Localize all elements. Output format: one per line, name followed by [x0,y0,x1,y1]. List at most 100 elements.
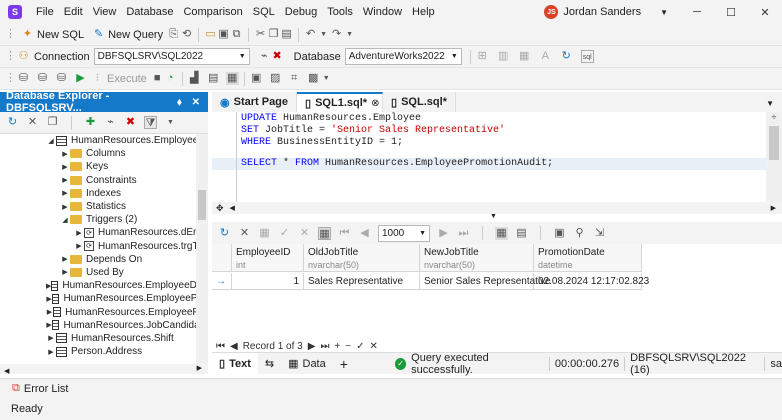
pivot-icon[interactable]: ▣ [553,227,566,240]
refresh-icon[interactable]: ↻ [560,50,573,63]
menu-edit[interactable]: Edit [59,6,88,18]
cancel-icon[interactable]: ✕ [238,227,251,240]
menu-sql[interactable]: SQL [248,6,280,18]
refresh-object-icon[interactable]: ⟲ [180,28,193,41]
tree-item[interactable]: ▶ HumanResources.JobCandidate [0,319,208,332]
delete-record-icon[interactable]: − [345,341,351,352]
next-page-icon[interactable]: ▶ [437,227,450,240]
row-indicator-icon[interactable]: → [212,273,232,290]
minimize-icon[interactable]: ─ [680,6,714,18]
split-icon[interactable]: ✥ [216,203,224,214]
execute-button[interactable]: ⁝ Execute [87,69,151,89]
chevron-down-icon[interactable]: ▼ [320,72,333,85]
export-icon[interactable]: ⇲ [593,227,606,240]
search-icon[interactable]: ⚲ [573,227,586,240]
expand-closed-icon[interactable]: ▶ [46,348,56,356]
splitter-icon[interactable]: ▼ [490,213,497,220]
add-tab-button[interactable]: + [333,353,355,375]
options-icon[interactable]: ▩ [307,72,320,85]
table-cell[interactable]: 02.08.2024 12:17:02.823 [534,273,649,290]
plan-icon[interactable]: ⌗ [288,72,301,85]
close-icon[interactable]: ✕ [192,97,200,108]
discard-icon[interactable]: ✕ [298,227,311,240]
chevron-down-icon[interactable]: ▼ [164,116,177,129]
filter-icon[interactable]: ⧩ [144,116,157,129]
menu-database[interactable]: Database [121,6,178,18]
tree-item[interactable]: ▶ Constraints [0,174,208,187]
chart-icon[interactable]: ▟ [188,72,201,85]
menu-tools[interactable]: Tools [322,6,358,18]
table-cell[interactable]: 1 [232,273,304,290]
chevron-down-icon[interactable]: ▼ [766,99,774,108]
error-list-tab[interactable]: Error List [24,383,69,395]
first-page-icon[interactable]: ⏮ [338,227,351,240]
connection-select[interactable]: DBFSQLSRV\SQL2022 ▼ [93,48,250,65]
column-header[interactable]: PromotionDate datetime [534,244,642,272]
tab-start-page[interactable]: ◉ Start Page [212,92,298,112]
new-connection-icon[interactable]: ✚ [84,116,97,129]
paste-icon[interactable]: ▤ [280,28,293,41]
grid-view-icon[interactable]: ▦ [495,226,508,240]
column-header[interactable]: NewJobTitle nvarchar(50) [420,244,534,272]
tree-item[interactable]: ▶ ⟳ HumanResources.dEmp [0,226,208,239]
grid-icon[interactable]: ▣ [250,72,263,85]
plug-icon[interactable]: ⌁ [104,116,117,129]
menu-window[interactable]: Window [358,6,407,18]
document-icon[interactable]: ▤ [207,72,220,85]
page-size-select[interactable]: 1000 ▼ [378,224,430,242]
columns-icon[interactable]: ▥ [497,50,510,63]
pin-icon[interactable]: ⬧ [177,97,182,108]
split-icon[interactable]: ÷ [766,112,782,122]
grid-mode-icon[interactable]: ▦ [318,226,331,240]
sql-editor[interactable]: UPDATE HumanResources.Employee SET JobTi… [212,112,782,202]
tab-data[interactable]: ▦ Data [281,353,333,375]
expand-closed-icon[interactable]: ▶ [60,268,70,276]
expand-closed-icon[interactable]: ▶ [60,176,70,184]
scroll-left-icon[interactable]: ◀ [230,204,235,212]
expand-closed-icon[interactable]: ▶ [60,163,70,171]
refresh-icon[interactable]: ↻ [218,227,231,240]
last-page-icon[interactable]: ⏭ [457,227,470,240]
sql-format-icon[interactable]: sql [580,50,594,63]
new-object-icon[interactable]: ⎘ [167,28,180,41]
table-icon[interactable]: ▦ [518,50,531,63]
add-record-icon[interactable]: + [334,341,340,352]
chevron-down-icon[interactable]: ▼ [343,28,356,41]
table-cell[interactable]: Sales Representative [304,273,420,290]
expand-closed-icon[interactable]: ▶ [60,255,70,263]
tree-hscrollbar[interactable]: ◀ ▶ [0,364,208,375]
open-folder-icon[interactable]: ▭ [204,28,217,41]
editor-scrollbar[interactable]: ÷ [766,112,782,202]
tree-item[interactable]: ▶ Indexes [0,187,208,200]
prev-record-icon[interactable]: ◀ [230,341,238,352]
menu-debug[interactable]: Debug [280,6,322,18]
apply-icon[interactable]: ✓ [278,227,291,240]
clock-icon[interactable]: ◔ [164,72,177,85]
menu-help[interactable]: Help [407,6,440,18]
tab-sql[interactable]: ▯ SQL.sql* [383,92,456,112]
tree-item[interactable]: ▶ ⟳ HumanResources.trgTr [0,240,208,253]
database-icon[interactable]: ⛁ [17,72,30,85]
scroll-right-icon[interactable]: ▶ [771,204,776,212]
last-record-icon[interactable]: ⏭ [320,341,329,352]
tree-item[interactable]: ▶ Keys [0,160,208,173]
maximize-icon[interactable]: ☐ [714,6,748,19]
undo-icon[interactable]: ↶ [304,28,317,41]
split-button[interactable]: ⇆ [258,353,281,375]
database-add-icon[interactable]: ⛁ [36,72,49,85]
new-sql-button[interactable]: ✦ New SQL [17,25,88,45]
next-record-icon[interactable]: ▶ [308,341,316,352]
tab-text[interactable]: ▯ Text [212,352,258,375]
tree-item[interactable]: ▶ Depends On [0,253,208,266]
expand-closed-icon[interactable]: ▶ [60,189,70,197]
close-icon[interactable]: ⊗ [371,98,379,109]
user-account[interactable]: JS Jordan Sanders ▼ [544,5,668,19]
redo-icon[interactable]: ↷ [330,28,343,41]
play-icon[interactable]: ▶ [74,72,87,85]
tree-item[interactable]: ▶ HumanResources.EmployeeDep [0,279,208,292]
save-icon[interactable]: ▣ [217,28,230,41]
expand-closed-icon[interactable]: ▶ [74,229,84,237]
prev-page-icon[interactable]: ◀ [358,227,371,240]
copy-icon[interactable]: ❐ [46,116,59,129]
copy-icon[interactable]: ❐ [267,28,280,41]
